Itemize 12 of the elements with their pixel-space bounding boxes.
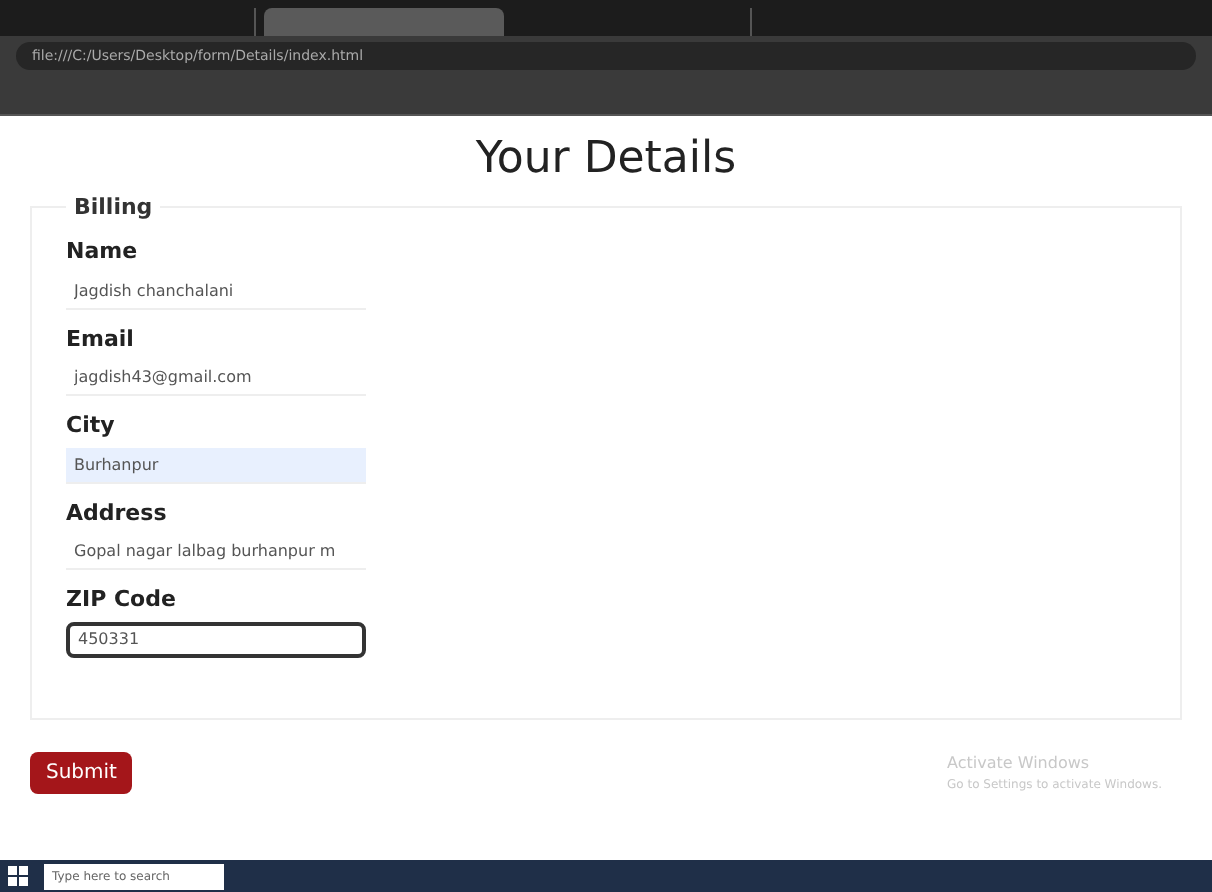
field-label: Name bbox=[66, 236, 140, 268]
field-label: Address bbox=[66, 497, 169, 529]
field-label: Email bbox=[66, 323, 136, 355]
text-field[interactable]: 450331 bbox=[66, 621, 366, 657]
browser-tab[interactable] bbox=[264, 8, 504, 36]
billing-legend: Billing bbox=[66, 191, 161, 224]
windows-logo-icon[interactable] bbox=[8, 866, 28, 886]
field-label: ZIP Code bbox=[66, 584, 178, 616]
page-title: Your Details bbox=[473, 132, 739, 187]
text-field[interactable]: Burhanpur bbox=[66, 447, 366, 483]
submit-button[interactable]: Submit bbox=[30, 751, 133, 793]
field-label: City bbox=[66, 410, 117, 442]
